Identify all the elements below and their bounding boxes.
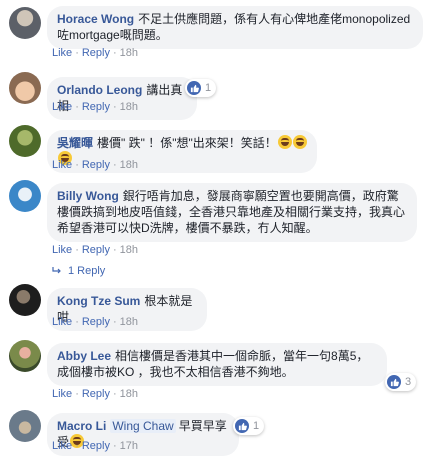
view-replies-link[interactable]: 1 Reply — [52, 265, 105, 277]
reply-arrow-icon — [52, 267, 61, 274]
comment-actions: Like · Reply · 18h — [52, 101, 139, 113]
avatar[interactable] — [9, 72, 41, 104]
comment-actions: Like · Reply · 18h — [52, 159, 139, 171]
comment-actions: Like · Reply · 18h — [52, 244, 139, 256]
reply-button[interactable]: Reply — [82, 47, 110, 59]
reaction-count[interactable]: 1 — [185, 79, 217, 97]
reaction-count[interactable]: 3 — [385, 373, 417, 391]
reply-button[interactable]: Reply — [82, 159, 110, 171]
comment-time[interactable]: 18h — [120, 388, 138, 400]
avatar[interactable] — [9, 7, 41, 39]
comment-actions: Like · Reply · 17h — [52, 440, 139, 452]
comment-time[interactable]: 18h — [120, 244, 138, 256]
commenter-name[interactable]: Billy Wong — [57, 189, 119, 203]
like-button[interactable]: Like — [52, 101, 72, 113]
comment-bubble: Horace Wong 不足土供應問題，係有人有心俾地產佬monopolized咗… — [47, 6, 423, 49]
like-button[interactable]: Like — [52, 440, 72, 452]
laughing-emoji-icon — [277, 135, 292, 149]
comment-bubble: Billy Wong 銀行唔肯加息，發展商寧願空置也要開高價，政府驚樓價跌搞到地皮… — [47, 183, 417, 242]
replies-count: 1 Reply — [68, 265, 106, 277]
avatar[interactable] — [9, 125, 41, 157]
thumbs-up-icon — [387, 375, 401, 389]
like-button[interactable]: Like — [52, 316, 72, 328]
avatar[interactable] — [9, 340, 41, 372]
thumbs-up-icon — [235, 419, 249, 433]
commenter-name[interactable]: Horace Wong — [57, 12, 134, 26]
commenter-name[interactable]: Kong Tze Sum — [57, 294, 140, 308]
reply-button[interactable]: Reply — [82, 440, 110, 452]
comment-actions: Like · Reply · 18h — [52, 316, 139, 328]
comment-actions: Like · Reply · 18h — [52, 388, 139, 400]
like-button[interactable]: Like — [52, 244, 72, 256]
reply-button[interactable]: Reply — [82, 388, 110, 400]
comment-time[interactable]: 18h — [120, 316, 138, 328]
like-button[interactable]: Like — [52, 388, 72, 400]
avatar[interactable] — [9, 284, 41, 316]
comment-actions: Like · Reply · 18h — [52, 47, 139, 59]
reaction-count[interactable]: 1 — [233, 417, 265, 435]
laughing-emoji-icon — [292, 135, 307, 149]
reply-button[interactable]: Reply — [82, 244, 110, 256]
like-button[interactable]: Like — [52, 159, 72, 171]
comment-time[interactable]: 18h — [120, 101, 138, 113]
tagged-user-link[interactable]: Wing Chaw — [110, 419, 176, 433]
commenter-name[interactable]: Orlando Leong — [57, 83, 142, 97]
thumbs-up-icon — [187, 81, 201, 95]
like-button[interactable]: Like — [52, 47, 72, 59]
commenter-name[interactable]: Macro Li — [57, 419, 106, 433]
reply-button[interactable]: Reply — [82, 101, 110, 113]
reaction-number: 1 — [253, 420, 260, 432]
avatar[interactable] — [9, 180, 41, 212]
comment-time[interactable]: 18h — [120, 47, 138, 59]
reaction-number: 1 — [205, 82, 212, 94]
comment-bubble: Abby Lee 相信樓價是香港其中一個命脈，當年一句8萬5， 成個樓市被KO ，… — [47, 343, 387, 386]
comment-time[interactable]: 18h — [120, 159, 138, 171]
reply-button[interactable]: Reply — [82, 316, 110, 328]
comment-time[interactable]: 17h — [120, 440, 138, 452]
avatar[interactable] — [9, 410, 41, 442]
reaction-number: 3 — [405, 376, 412, 388]
commenter-name[interactable]: 吳耀暉 — [57, 136, 93, 150]
commenter-name[interactable]: Abby Lee — [57, 349, 111, 363]
